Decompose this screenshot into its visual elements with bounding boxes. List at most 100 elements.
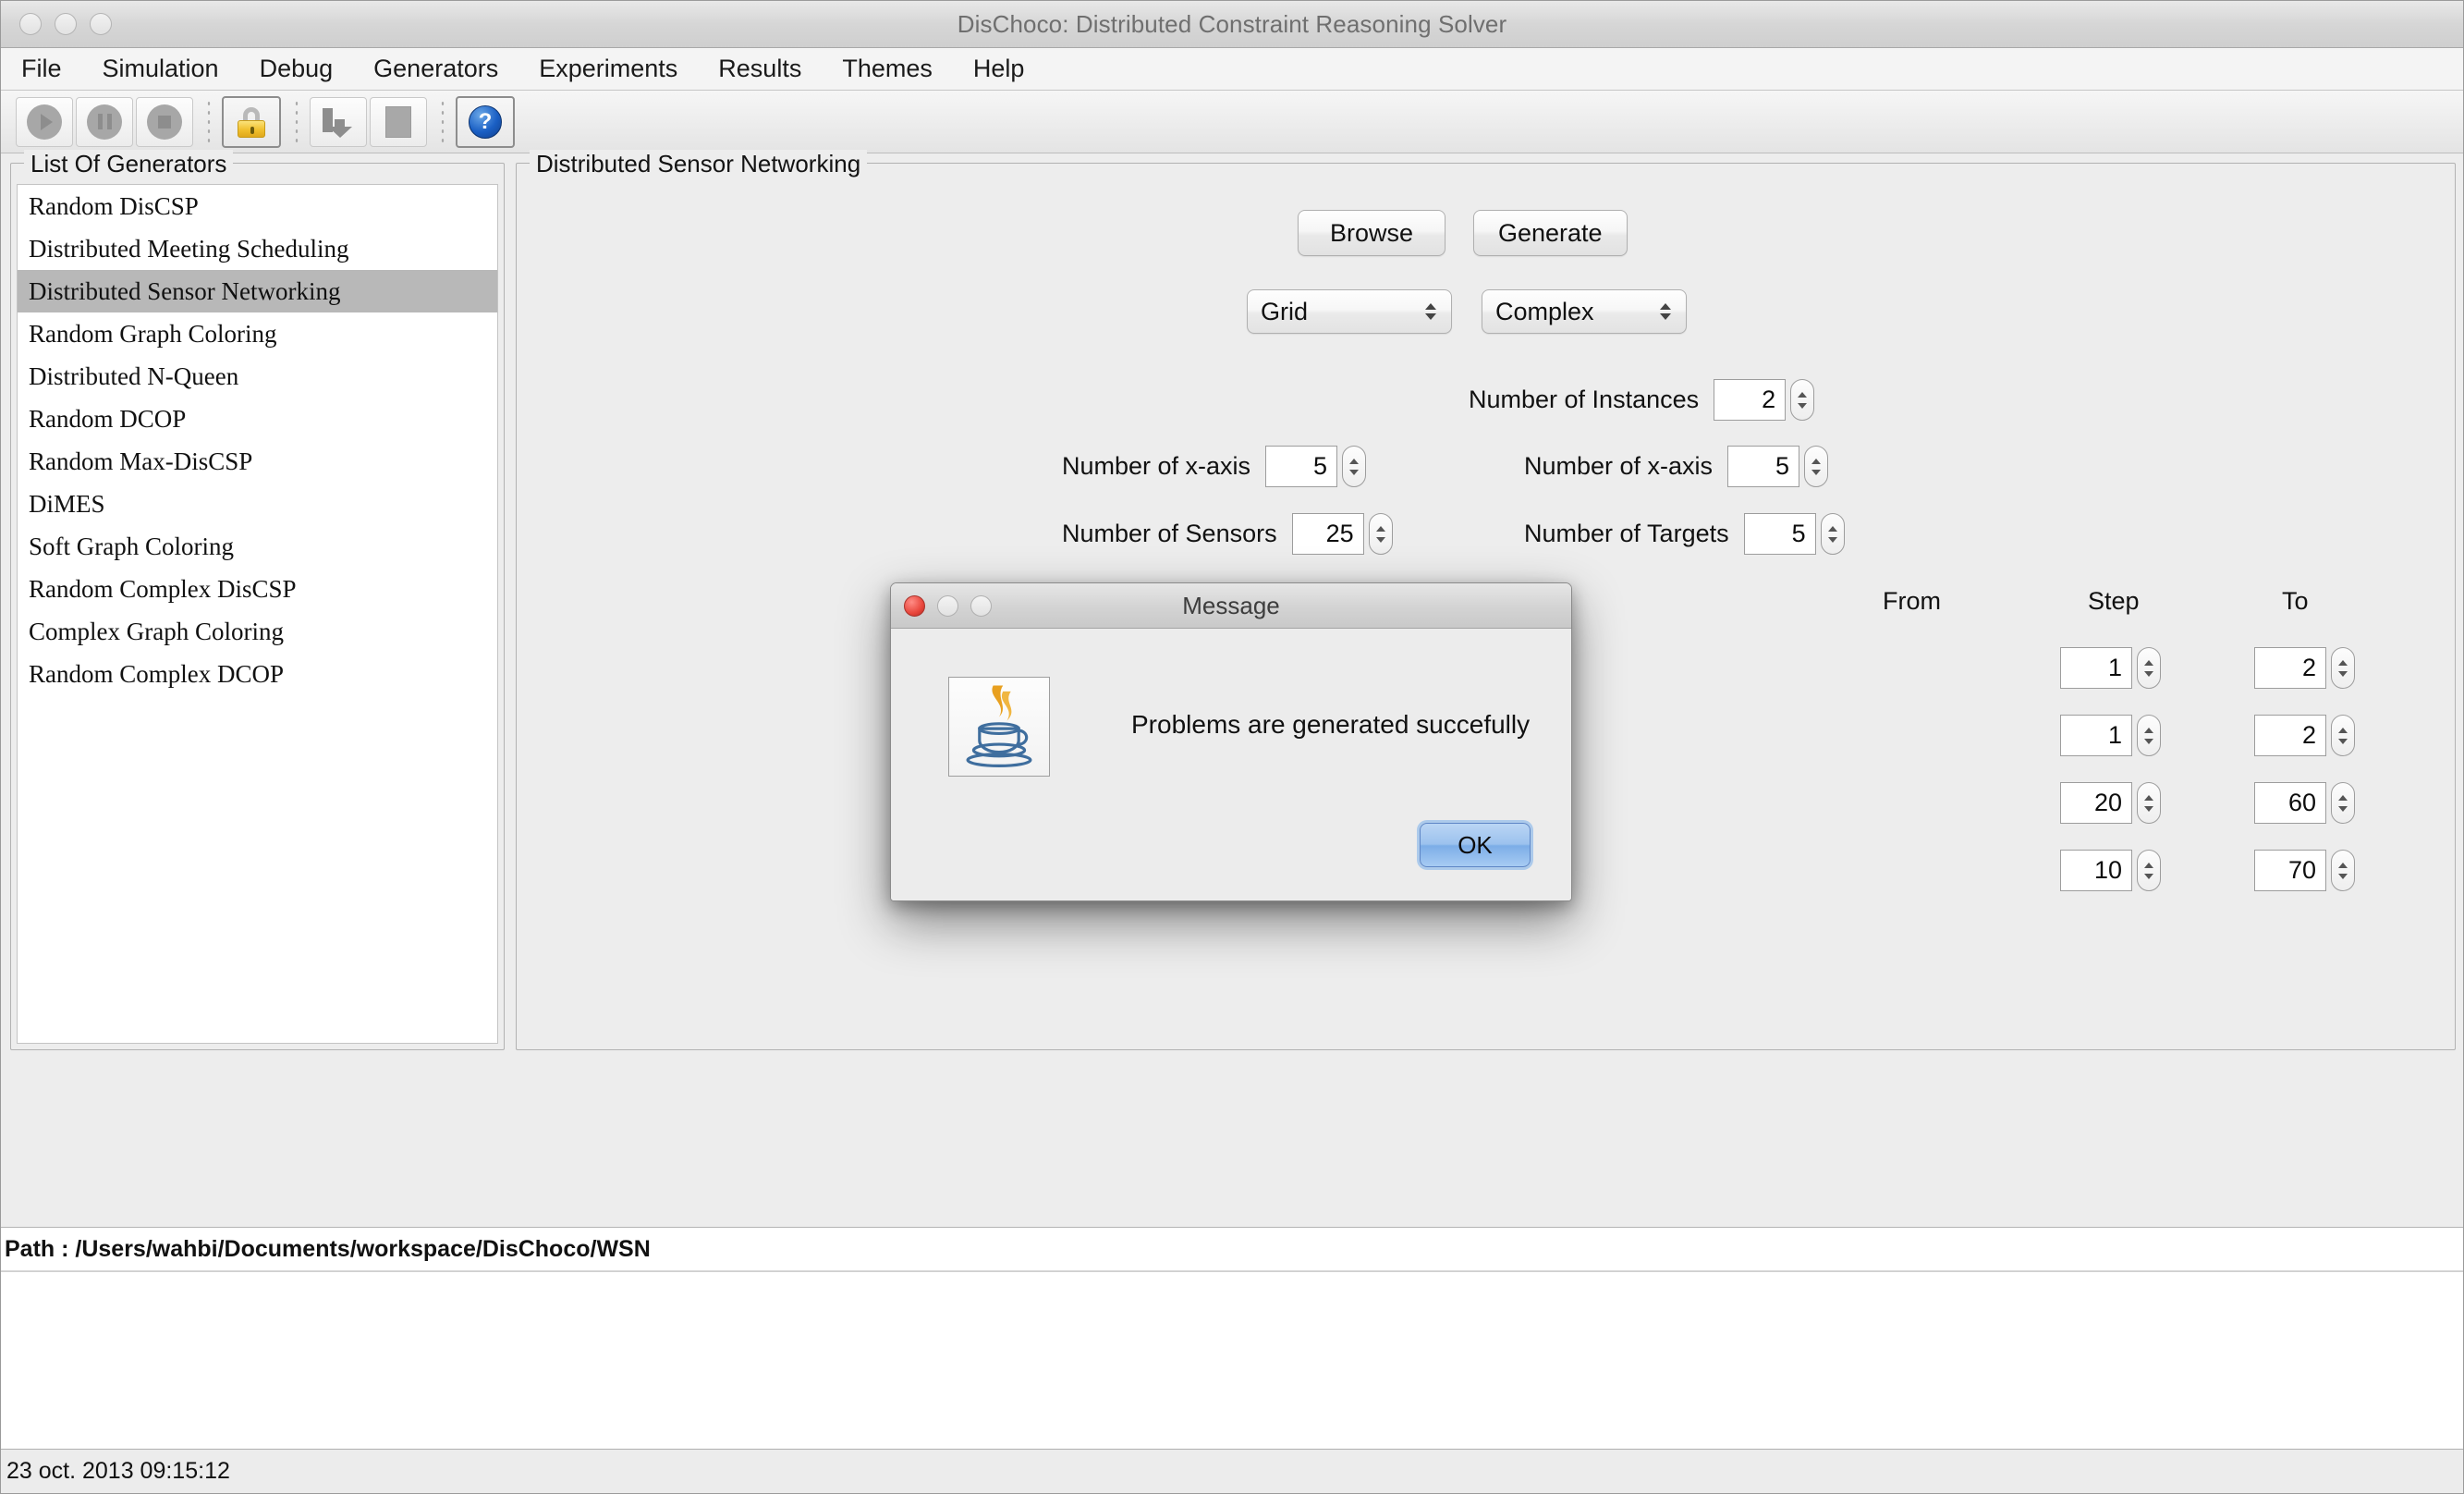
sidebar-item-random-max-discsp[interactable]: Random Max-DisCSP — [18, 440, 497, 483]
x-axis-left-stepper[interactable] — [1342, 446, 1366, 487]
step-stepper-row-4[interactable] — [2137, 850, 2161, 891]
sidebar-item-distributed-n-queen[interactable]: Distributed N-Queen — [18, 355, 497, 398]
x-axis-left-label: Number of x-axis — [1062, 452, 1250, 481]
chevron-updown-icon — [1425, 303, 1436, 320]
sidebar-item-random-graph-coloring[interactable]: Random Graph Coloring — [18, 312, 497, 355]
generators-panel-title: List Of Generators — [24, 150, 233, 178]
browse-button[interactable]: Browse — [1298, 210, 1445, 256]
menu-simulation[interactable]: Simulation — [82, 55, 239, 83]
status-bar: 23 oct. 2013 09:15:12 — [1, 1449, 2463, 1493]
targets-spinner[interactable]: 5 — [1744, 513, 1845, 555]
toolbar: ? — [1, 91, 2463, 153]
dialog-body: Problems are generated succefully OK — [891, 629, 1571, 900]
to-input-row-3[interactable]: 60 — [2254, 782, 2326, 824]
step-stepper-row-2[interactable] — [2137, 715, 2161, 756]
x-axis-right-field: Number of x-axis 5 — [1524, 446, 1828, 487]
to-spinner-row-3[interactable]: 60 — [2254, 782, 2355, 824]
x-axis-left-field: Number of x-axis 5 — [1062, 446, 1366, 487]
targets-field: Number of Targets 5 — [1524, 513, 1845, 555]
x-axis-right-input[interactable]: 5 — [1727, 446, 1799, 487]
problem-type-select[interactable]: Complex — [1482, 289, 1687, 334]
to-spinner-row-1[interactable]: 2 — [2254, 647, 2355, 689]
sidebar-item-random-dcop[interactable]: Random DCOP — [18, 398, 497, 440]
document-button[interactable] — [370, 97, 427, 147]
x-axis-right-stepper[interactable] — [1804, 446, 1828, 487]
sensors-field: Number of Sensors 25 — [1062, 513, 1393, 555]
to-spinner-row-4[interactable]: 70 — [2254, 850, 2355, 891]
to-stepper-row-2[interactable] — [2331, 715, 2355, 756]
window-title: DisChoco: Distributed Constraint Reasoni… — [1, 10, 2463, 39]
targets-stepper[interactable] — [1821, 513, 1845, 555]
topology-select[interactable]: Grid — [1247, 289, 1452, 334]
lock-icon — [236, 106, 267, 138]
console-output[interactable] — [1, 1271, 2463, 1449]
instances-input[interactable]: 2 — [1714, 379, 1786, 421]
menu-results[interactable]: Results — [698, 55, 822, 83]
instances-stepper[interactable] — [1790, 379, 1814, 421]
stop-button[interactable] — [136, 97, 193, 147]
to-spinner-row-2[interactable]: 2 — [2254, 715, 2355, 756]
generators-list[interactable]: Random DisCSP Distributed Meeting Schedu… — [17, 184, 498, 1044]
export-chart-button[interactable] — [310, 97, 367, 147]
step-input-row-1[interactable]: 1 — [2060, 647, 2132, 689]
menu-debug[interactable]: Debug — [239, 55, 354, 83]
to-input-row-4[interactable]: 70 — [2254, 850, 2326, 891]
lock-button[interactable] — [222, 96, 281, 148]
x-axis-left-input[interactable]: 5 — [1265, 446, 1337, 487]
chevron-updown-icon — [1660, 303, 1671, 320]
step-spinner-row-4[interactable]: 10 — [2060, 850, 2161, 891]
x-axis-left-spinner[interactable]: 5 — [1265, 446, 1366, 487]
menu-experiments[interactable]: Experiments — [518, 55, 698, 83]
action-buttons: Browse Generate — [1298, 210, 1628, 256]
sensors-stepper[interactable] — [1369, 513, 1393, 555]
column-header-from: From — [1883, 587, 1941, 616]
step-stepper-row-3[interactable] — [2137, 782, 2161, 824]
to-stepper-row-1[interactable] — [2331, 647, 2355, 689]
step-spinner-row-1[interactable]: 1 — [2060, 647, 2161, 689]
combo-row: Grid Complex — [1247, 289, 1687, 334]
dialog-ok-button[interactable]: OK — [1420, 823, 1531, 867]
help-button[interactable]: ? — [456, 96, 515, 148]
generate-button[interactable]: Generate — [1473, 210, 1628, 256]
sidebar-item-random-complex-discsp[interactable]: Random Complex DisCSP — [18, 568, 497, 610]
sidebar-item-soft-graph-coloring[interactable]: Soft Graph Coloring — [18, 525, 497, 568]
menu-help[interactable]: Help — [953, 55, 1045, 83]
to-stepper-row-4[interactable] — [2331, 850, 2355, 891]
toolbar-separator-2 — [289, 100, 304, 144]
sensors-spinner[interactable]: 25 — [1292, 513, 1393, 555]
sidebar-item-random-discsp[interactable]: Random DisCSP — [18, 185, 497, 227]
dialog-titlebar: Message — [891, 583, 1571, 629]
step-spinner-row-2[interactable]: 1 — [2060, 715, 2161, 756]
step-input-row-4[interactable]: 10 — [2060, 850, 2132, 891]
menu-file[interactable]: File — [18, 55, 82, 83]
stop-icon — [147, 104, 182, 140]
menu-themes[interactable]: Themes — [822, 55, 953, 83]
targets-label: Number of Targets — [1524, 520, 1729, 548]
sidebar-item-dimes[interactable]: DiMES — [18, 483, 497, 525]
menu-generators[interactable]: Generators — [353, 55, 518, 83]
run-button[interactable] — [16, 97, 73, 147]
generator-settings-title: Distributed Sensor Networking — [530, 150, 867, 178]
to-input-row-2[interactable]: 2 — [2254, 715, 2326, 756]
to-input-row-1[interactable]: 2 — [2254, 647, 2326, 689]
dialog-title: Message — [891, 592, 1571, 620]
step-spinner-row-3[interactable]: 20 — [2060, 782, 2161, 824]
sidebar-item-random-complex-dcop[interactable]: Random Complex DCOP — [18, 653, 497, 695]
instances-label: Number of Instances — [1469, 386, 1699, 414]
step-input-row-2[interactable]: 1 — [2060, 715, 2132, 756]
targets-input[interactable]: 5 — [1744, 513, 1816, 555]
sidebar-item-distributed-meeting-scheduling[interactable]: Distributed Meeting Scheduling — [18, 227, 497, 270]
instances-spinner[interactable]: 2 — [1714, 379, 1814, 421]
instances-field: Number of Instances 2 — [1469, 379, 1814, 421]
sidebar-item-complex-graph-coloring[interactable]: Complex Graph Coloring — [18, 610, 497, 653]
pause-button[interactable] — [76, 97, 133, 147]
sensors-input[interactable]: 25 — [1292, 513, 1364, 555]
problem-type-select-value: Complex — [1495, 298, 1594, 326]
step-input-row-3[interactable]: 20 — [2060, 782, 2132, 824]
path-bar: Path : /Users/wahbi/Documents/workspace/… — [1, 1227, 2463, 1271]
step-stepper-row-1[interactable] — [2137, 647, 2161, 689]
toolbar-separator-3 — [435, 100, 450, 144]
to-stepper-row-3[interactable] — [2331, 782, 2355, 824]
x-axis-right-spinner[interactable]: 5 — [1727, 446, 1828, 487]
sidebar-item-distributed-sensor-networking[interactable]: Distributed Sensor Networking — [18, 270, 497, 312]
